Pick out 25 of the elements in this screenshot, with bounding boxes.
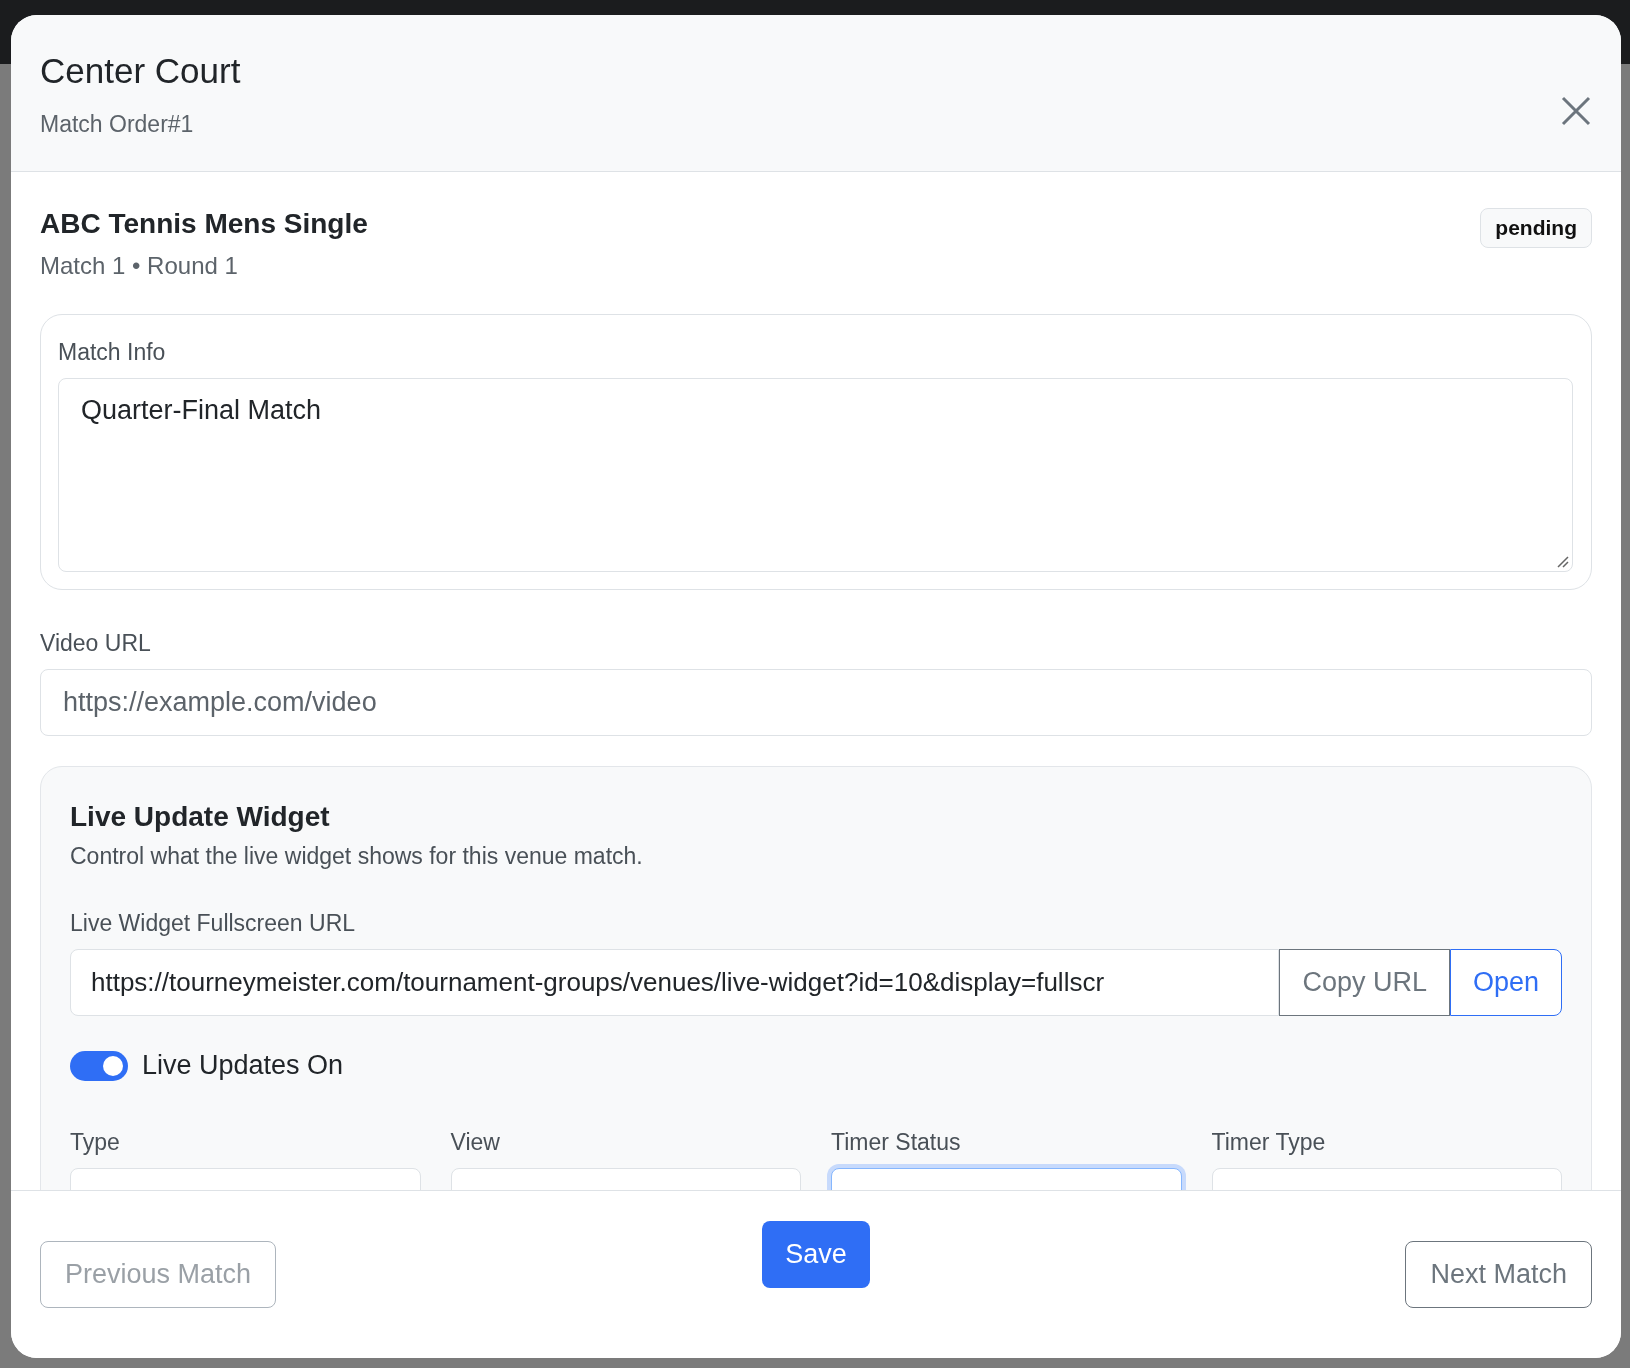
event-title: ABC Tennis Mens Single	[40, 208, 368, 240]
toggle-label: Live Updates On	[142, 1050, 344, 1081]
close-icon[interactable]	[1561, 96, 1591, 126]
field-label: Timer Type	[1211, 1129, 1327, 1156]
modal-subtitle: Match Order#1	[40, 111, 195, 138]
field-label: Live Widget Fullscreen URL	[70, 910, 357, 937]
field-label: Video URL	[40, 630, 152, 657]
live-updates-toggle[interactable]	[70, 1050, 128, 1081]
open-button[interactable]: Open	[1449, 949, 1562, 1016]
modal-title: Center Court	[40, 51, 241, 91]
next-match-button[interactable]: Next Match	[1405, 1241, 1592, 1308]
status-badge: pending	[1480, 208, 1592, 248]
widget-description: Control what the live widget shows for this venue match.	[70, 843, 644, 870]
widget-url-field[interactable]: https://tourneymeister.com/tournament-groups/venues/live-widget?id=10&display=fullscr	[70, 949, 1280, 1016]
field-label: View	[450, 1129, 501, 1156]
widget-title: Live Update Widget	[70, 801, 331, 833]
resize-grip-icon[interactable]	[1555, 554, 1569, 568]
save-button[interactable]: Save	[762, 1221, 870, 1288]
match-info-textarea[interactable]: Quarter-Final Match	[58, 378, 1573, 572]
field-label: Type	[70, 1129, 121, 1156]
match-meta: Match 1 • Round 1	[40, 252, 239, 280]
copy-url-button[interactable]: Copy URL	[1279, 949, 1450, 1016]
video-url-field[interactable]: https://example.com/video	[40, 669, 1592, 736]
field-label: Match Info	[58, 339, 167, 366]
field-label: Timer Status	[831, 1129, 962, 1156]
